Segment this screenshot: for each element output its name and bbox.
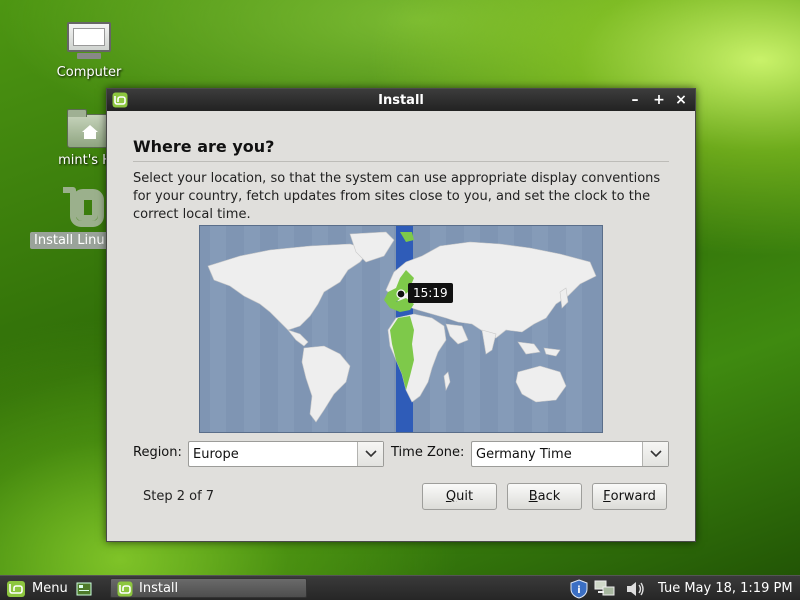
quit-button[interactable]: Quit [422, 483, 497, 510]
mint-logo-icon [117, 581, 133, 597]
shield-icon: i [570, 578, 588, 599]
timezone-label: Time Zone: [391, 445, 465, 460]
close-button[interactable]: × [671, 89, 691, 111]
minimize-button[interactable]: – [625, 89, 645, 111]
clock-label: Tue May 18, 1:19 PM [658, 581, 793, 596]
desktop-icon-label: Computer [56, 65, 122, 80]
page-description: Select your location, so that the system… [133, 171, 661, 222]
chevron-down-icon [642, 442, 668, 466]
step-indicator: Step 2 of 7 [143, 489, 215, 504]
window-title: Install [378, 92, 424, 108]
computer-icon [65, 22, 113, 62]
page-title: Where are you? [133, 137, 669, 162]
mint-logo-icon [58, 186, 106, 230]
show-desktop-button[interactable] [76, 576, 92, 600]
menu-button[interactable]: Menu [6, 576, 68, 600]
back-button[interactable]: Back [507, 483, 582, 510]
network-tray[interactable] [594, 576, 616, 600]
forward-button[interactable]: Forward [592, 483, 667, 510]
quit-mnemonic: Q [445, 489, 457, 504]
forward-label: orward [610, 489, 656, 504]
install-window: Install – + × Where are you? Select your… [106, 88, 696, 542]
home-folder-icon [67, 109, 111, 148]
taskbar-window-install[interactable]: Install [110, 578, 307, 598]
desktop-icon-computer[interactable]: Computer [44, 22, 134, 81]
clock[interactable]: Tue May 18, 1:19 PM [658, 576, 793, 600]
map-time-label: 15:19 [408, 283, 453, 303]
update-manager-tray[interactable]: i [570, 576, 588, 600]
window-titlebar[interactable]: Install – + × [107, 89, 695, 111]
svg-text:i: i [577, 585, 580, 596]
network-icon [594, 580, 615, 595]
region-value: Europe [193, 446, 239, 462]
volume-tray[interactable] [626, 576, 646, 600]
quit-label: uit [456, 489, 474, 504]
region-label: Region: [133, 445, 182, 460]
mint-logo-icon [7, 580, 25, 597]
timezone-select[interactable]: Germany Time [471, 441, 669, 467]
show-desktop-icon [76, 582, 92, 595]
taskbar-window-label: Install [139, 580, 179, 596]
speaker-icon [627, 581, 644, 596]
region-select[interactable]: Europe [188, 441, 384, 467]
timezone-map[interactable]: 15:19 [199, 225, 603, 433]
world-map-graphic [207, 226, 597, 432]
menu-label: Menu [32, 581, 68, 596]
desktop-icon-label: Install Linu [30, 232, 109, 249]
forward-mnemonic: F [603, 489, 611, 504]
timezone-value: Germany Time [476, 446, 572, 462]
chevron-down-icon [357, 442, 383, 466]
mint-logo-icon [112, 92, 128, 108]
back-mnemonic: B [528, 489, 538, 504]
taskbar: Menu Install i Tue May 18, 1:19 PM [0, 575, 800, 600]
back-label: ack [537, 489, 561, 504]
maximize-button[interactable]: + [649, 89, 669, 111]
